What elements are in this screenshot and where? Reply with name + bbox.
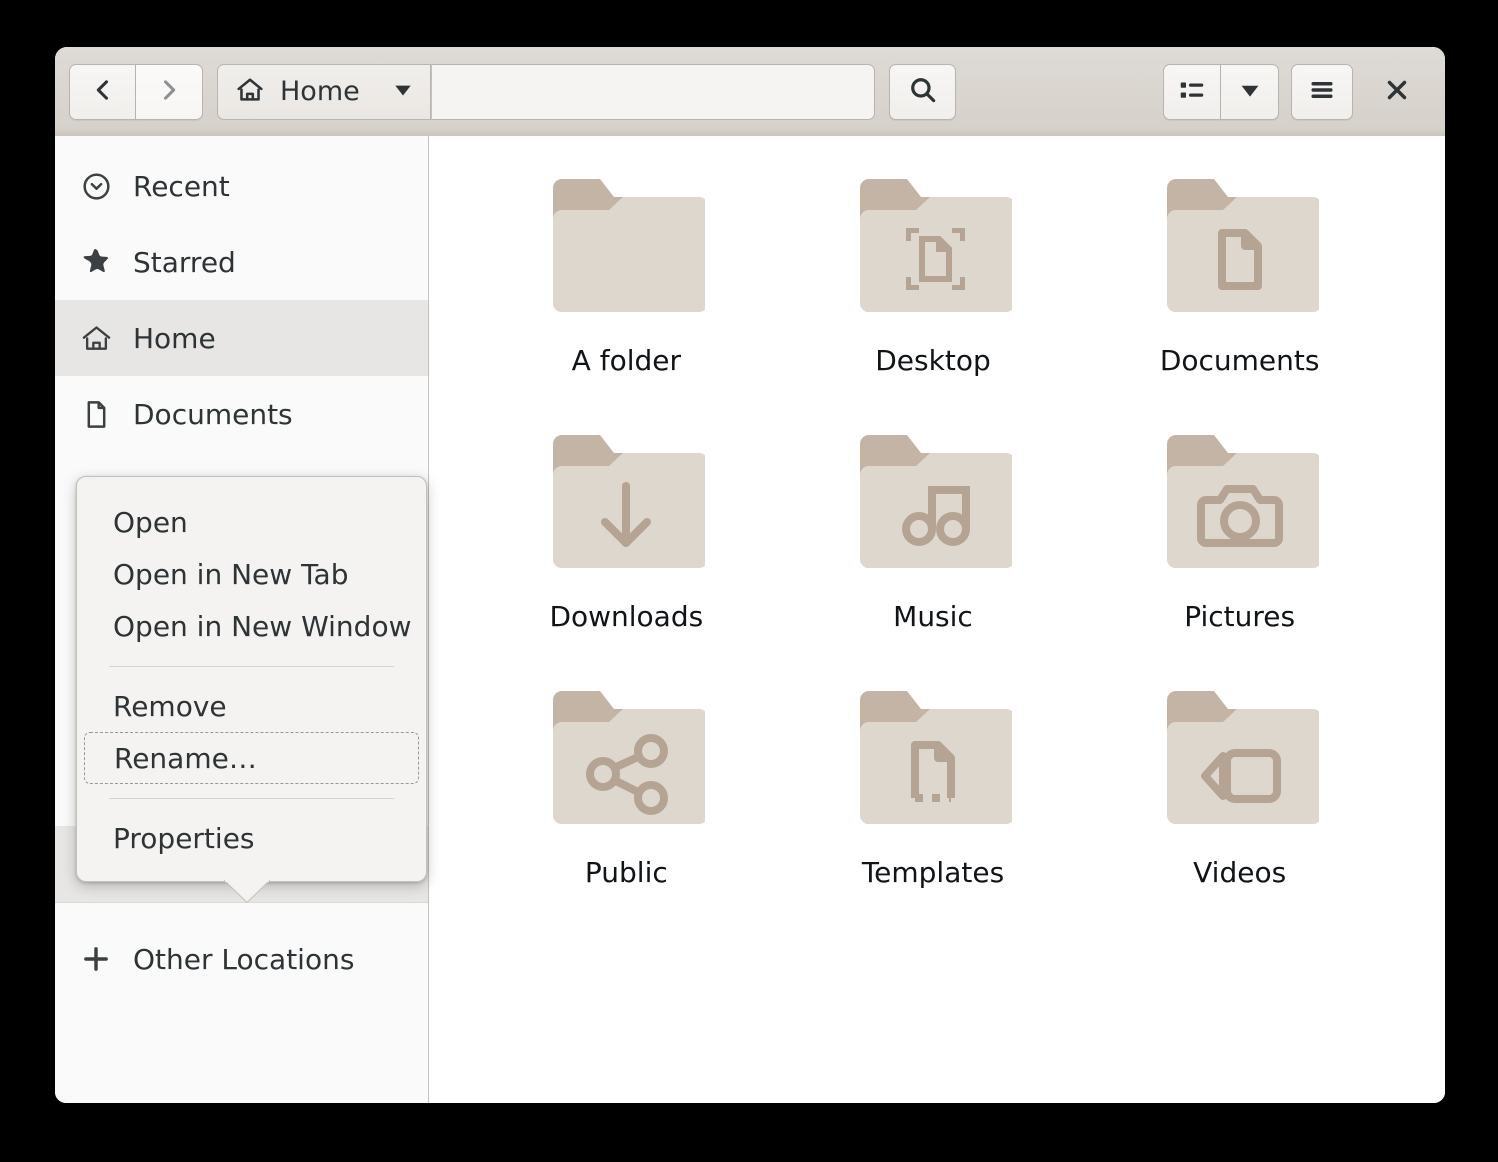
plus-icon (79, 942, 113, 976)
context-menu-separator (109, 798, 394, 799)
triangle-down-icon (392, 79, 414, 105)
file-item-a-folder[interactable]: A folder (473, 158, 780, 377)
sidebar-item-label: Home (133, 321, 216, 355)
context-menu-item-open[interactable]: Open (77, 496, 426, 548)
file-item-label: Music (893, 600, 973, 633)
context-menu-item-label: Properties (113, 821, 255, 855)
file-item-label: Templates (861, 856, 1005, 889)
main-menu-button[interactable] (1291, 63, 1353, 120)
close-window-button[interactable] (1369, 64, 1425, 120)
search-icon (907, 74, 939, 110)
file-item-desktop[interactable]: Desktop (780, 158, 1087, 377)
clock-icon (79, 169, 113, 203)
sidebar-item-label: Recent (133, 169, 230, 203)
folder-icon (1161, 166, 1322, 330)
triangle-down-icon (1238, 78, 1262, 106)
home-icon (234, 74, 266, 110)
file-item-label: Pictures (1184, 600, 1296, 633)
file-item-videos[interactable]: Videos (1086, 670, 1393, 889)
folder-icon (547, 678, 709, 842)
folder-icon (1161, 678, 1322, 842)
file-item-documents[interactable]: Documents (1086, 158, 1393, 377)
file-item-templates[interactable]: Templates (780, 670, 1087, 889)
context-menu-item-label: Open (113, 505, 188, 539)
context-menu-item-open-in-new-window[interactable]: Open in New Window (77, 600, 426, 652)
folder-icon (1161, 422, 1322, 586)
file-item-label: Videos (1193, 856, 1287, 889)
sidebar-item-label: Starred (133, 245, 236, 279)
sidebar-other-locations-label: Other Locations (133, 942, 355, 976)
document-icon (79, 397, 113, 431)
file-item-label: A folder (571, 344, 681, 377)
context-menu-item-properties[interactable]: Properties (77, 812, 426, 864)
file-item-music[interactable]: Music (780, 414, 1087, 633)
back-button[interactable] (69, 63, 136, 120)
window-body: Recent Starred Home Documents Other Loca… (55, 136, 1445, 1103)
file-item-public[interactable]: Public (473, 670, 780, 889)
sidebar-item-documents[interactable]: Documents (55, 376, 428, 452)
close-icon (1382, 75, 1412, 109)
context-menu-item-label: Remove (113, 689, 227, 723)
file-item-label: Desktop (875, 344, 991, 377)
chevron-left-icon (89, 76, 117, 108)
chevron-right-icon (155, 76, 183, 108)
file-item-label: Public (584, 856, 668, 889)
file-item-downloads[interactable]: Downloads (473, 414, 780, 633)
sidebar-item-other-locations[interactable]: Other Locations (55, 921, 428, 997)
location-input[interactable] (432, 64, 874, 119)
path-bar-home-button[interactable]: Home (217, 63, 431, 120)
popover-tail (224, 880, 270, 903)
hamburger-menu-icon (1307, 75, 1337, 109)
file-item-label: Downloads (549, 600, 704, 633)
context-menu-item-rename[interactable]: Rename… (84, 732, 419, 784)
sidebar-item-home[interactable]: Home (55, 300, 428, 376)
path-bar-label: Home (280, 76, 360, 107)
view-options-dropdown-button[interactable] (1221, 63, 1279, 120)
icon-grid: A folder Desktop Documents Downloads Mus… (473, 158, 1393, 889)
folder-icon (854, 166, 1015, 330)
context-menu-item-label: Rename… (114, 741, 257, 775)
list-view-button[interactable] (1163, 63, 1221, 120)
sidebar-item-recent[interactable]: Recent (55, 148, 428, 224)
sidebar-item-label: Documents (133, 397, 293, 431)
folder-icon (547, 422, 709, 586)
star-icon (79, 245, 113, 279)
search-button[interactable] (889, 63, 956, 120)
folder-icon (854, 422, 1015, 586)
location-entry[interactable] (431, 63, 875, 120)
navigation-button-group (69, 63, 203, 120)
context-menu-item-remove[interactable]: Remove (77, 680, 426, 732)
file-view[interactable]: A folder Desktop Documents Downloads Mus… (429, 136, 1445, 1103)
view-mode-button-group (1163, 63, 1279, 120)
context-menu-item-label: Open in New Tab (113, 557, 349, 591)
bookmark-context-menu: Open Open in New Tab Open in New Window … (76, 476, 427, 903)
file-item-pictures[interactable]: Pictures (1086, 414, 1393, 633)
sidebar-item-starred[interactable]: Starred (55, 224, 428, 300)
context-menu-separator (109, 666, 394, 667)
places-sidebar: Recent Starred Home Documents Other Loca… (55, 136, 429, 1103)
file-item-label: Documents (1159, 344, 1320, 377)
folder-icon (854, 678, 1015, 842)
header-bar: Home (55, 47, 1445, 136)
file-manager-window: Home Recent Starred Home Documents Other… (55, 47, 1445, 1103)
home-icon (79, 321, 113, 355)
context-menu-item-label: Open in New Window (113, 609, 412, 643)
folder-icon (547, 166, 709, 330)
forward-button[interactable] (136, 63, 203, 120)
list-view-icon (1177, 75, 1207, 109)
context-menu-item-open-in-new-tab[interactable]: Open in New Tab (77, 548, 426, 600)
